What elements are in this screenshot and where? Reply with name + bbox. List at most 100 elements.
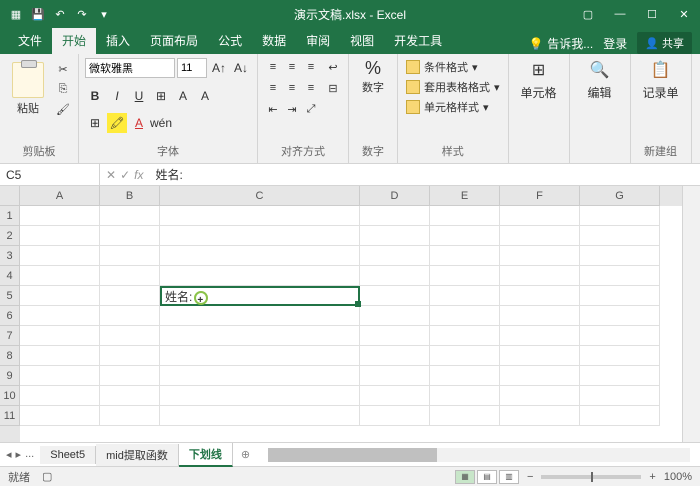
cell[interactable] bbox=[20, 326, 100, 346]
tab-file[interactable]: 文件 bbox=[8, 27, 52, 54]
row-header[interactable]: 5 bbox=[0, 286, 20, 306]
cancel-formula-icon[interactable]: ✕ bbox=[106, 168, 116, 182]
cell[interactable] bbox=[360, 366, 430, 386]
cell[interactable] bbox=[430, 206, 500, 226]
cell[interactable] bbox=[430, 366, 500, 386]
cell[interactable] bbox=[160, 266, 360, 286]
cell[interactable] bbox=[580, 266, 660, 286]
font-name-select[interactable] bbox=[85, 58, 175, 78]
row-header[interactable]: 4 bbox=[0, 266, 20, 286]
row-header[interactable]: 11 bbox=[0, 406, 20, 426]
format-painter-icon[interactable]: 🖌 bbox=[54, 100, 72, 118]
cell[interactable] bbox=[100, 206, 160, 226]
minimize-icon[interactable]: — bbox=[604, 0, 636, 28]
redo-icon[interactable]: ↷ bbox=[72, 4, 92, 24]
qat-custom-icon[interactable]: ▾ bbox=[94, 4, 114, 24]
conditional-format-button[interactable]: 条件格式 ▾ bbox=[404, 58, 502, 76]
cell[interactable] bbox=[500, 386, 580, 406]
cell[interactable] bbox=[160, 406, 360, 426]
zoom-slider[interactable] bbox=[541, 475, 641, 479]
zoom-level[interactable]: 100% bbox=[664, 471, 692, 483]
font-color-icon[interactable]: A bbox=[129, 113, 149, 133]
indent-inc-icon[interactable]: ⇥ bbox=[283, 100, 301, 118]
tab-formula[interactable]: 公式 bbox=[208, 27, 252, 54]
cell[interactable] bbox=[500, 306, 580, 326]
cell[interactable] bbox=[580, 226, 660, 246]
bold-button[interactable]: B bbox=[85, 86, 105, 106]
cell[interactable] bbox=[430, 326, 500, 346]
cut-icon[interactable]: ✂ bbox=[54, 60, 72, 78]
copy-icon[interactable]: ⎘ bbox=[54, 80, 72, 98]
row-header[interactable]: 6 bbox=[0, 306, 20, 326]
cell[interactable] bbox=[20, 266, 100, 286]
cell[interactable] bbox=[160, 386, 360, 406]
close-icon[interactable]: ✕ bbox=[668, 0, 700, 28]
cell[interactable] bbox=[100, 226, 160, 246]
col-header[interactable]: E bbox=[430, 186, 500, 206]
phonetic-icon[interactable]: wén bbox=[151, 113, 171, 133]
cell[interactable] bbox=[500, 266, 580, 286]
cell[interactable] bbox=[360, 226, 430, 246]
col-header[interactable]: B bbox=[100, 186, 160, 206]
cell[interactable] bbox=[500, 286, 580, 306]
accept-formula-icon[interactable]: ✓ bbox=[120, 168, 130, 182]
undo-icon[interactable]: ↶ bbox=[50, 4, 70, 24]
cell[interactable] bbox=[100, 286, 160, 306]
macro-record-icon[interactable]: ▢ bbox=[42, 470, 52, 483]
cell[interactable] bbox=[20, 406, 100, 426]
edit-icon[interactable]: 🔍 bbox=[588, 58, 612, 82]
row-header[interactable]: 3 bbox=[0, 246, 20, 266]
tab-insert[interactable]: 插入 bbox=[96, 27, 140, 54]
cell[interactable] bbox=[430, 406, 500, 426]
tab-view[interactable]: 视图 bbox=[340, 27, 384, 54]
zoom-in-icon[interactable]: + bbox=[649, 471, 655, 483]
name-box[interactable]: C5 bbox=[0, 164, 100, 185]
cell[interactable] bbox=[580, 306, 660, 326]
align-right-icon[interactable]: ≡ bbox=[302, 79, 320, 97]
cell[interactable] bbox=[580, 366, 660, 386]
wrap-text-icon[interactable]: ↩ bbox=[324, 58, 342, 76]
cell[interactable] bbox=[430, 246, 500, 266]
cell[interactable] bbox=[430, 346, 500, 366]
row-header[interactable]: 1 bbox=[0, 206, 20, 226]
cell[interactable] bbox=[20, 346, 100, 366]
cell[interactable] bbox=[360, 206, 430, 226]
record-button[interactable]: 记录单 bbox=[643, 84, 679, 101]
italic-button[interactable]: I bbox=[107, 86, 127, 106]
view-layout-icon[interactable]: ▤ bbox=[477, 470, 497, 484]
orientation-icon[interactable]: ⤢ bbox=[302, 100, 320, 118]
cell[interactable] bbox=[580, 326, 660, 346]
cell[interactable] bbox=[580, 346, 660, 366]
cell[interactable] bbox=[430, 226, 500, 246]
cell[interactable] bbox=[100, 306, 160, 326]
row-header[interactable]: 7 bbox=[0, 326, 20, 346]
cell[interactable] bbox=[20, 286, 100, 306]
border-icon[interactable]: ⊞ bbox=[151, 86, 171, 106]
cell[interactable] bbox=[430, 386, 500, 406]
font-a2-icon[interactable]: A bbox=[195, 86, 215, 106]
sheet-tab[interactable]: mid提取函数 bbox=[96, 444, 179, 466]
indent-dec-icon[interactable]: ⇤ bbox=[264, 100, 282, 118]
tab-home[interactable]: 开始 bbox=[52, 27, 96, 54]
format-table-button[interactable]: 套用表格格式 ▾ bbox=[404, 78, 502, 96]
align-top-icon[interactable]: ≡ bbox=[264, 58, 282, 76]
row-header[interactable]: 9 bbox=[0, 366, 20, 386]
cell[interactable] bbox=[580, 206, 660, 226]
font-size-select[interactable] bbox=[177, 58, 207, 78]
cell[interactable] bbox=[360, 326, 430, 346]
add-sheet-icon[interactable]: ⊕ bbox=[233, 448, 258, 461]
cell[interactable] bbox=[500, 206, 580, 226]
cell[interactable] bbox=[500, 326, 580, 346]
cell[interactable] bbox=[100, 246, 160, 266]
cell[interactable] bbox=[160, 346, 360, 366]
select-all-corner[interactable] bbox=[0, 186, 20, 206]
vertical-scrollbar[interactable] bbox=[682, 186, 700, 442]
view-break-icon[interactable]: ▥ bbox=[499, 470, 519, 484]
row-header[interactable]: 8 bbox=[0, 346, 20, 366]
cell[interactable] bbox=[360, 286, 430, 306]
cell[interactable] bbox=[160, 246, 360, 266]
cell[interactable] bbox=[500, 246, 580, 266]
cell[interactable] bbox=[160, 326, 360, 346]
percent-icon[interactable]: % bbox=[355, 58, 391, 79]
maximize-icon[interactable]: ☐ bbox=[636, 0, 668, 28]
